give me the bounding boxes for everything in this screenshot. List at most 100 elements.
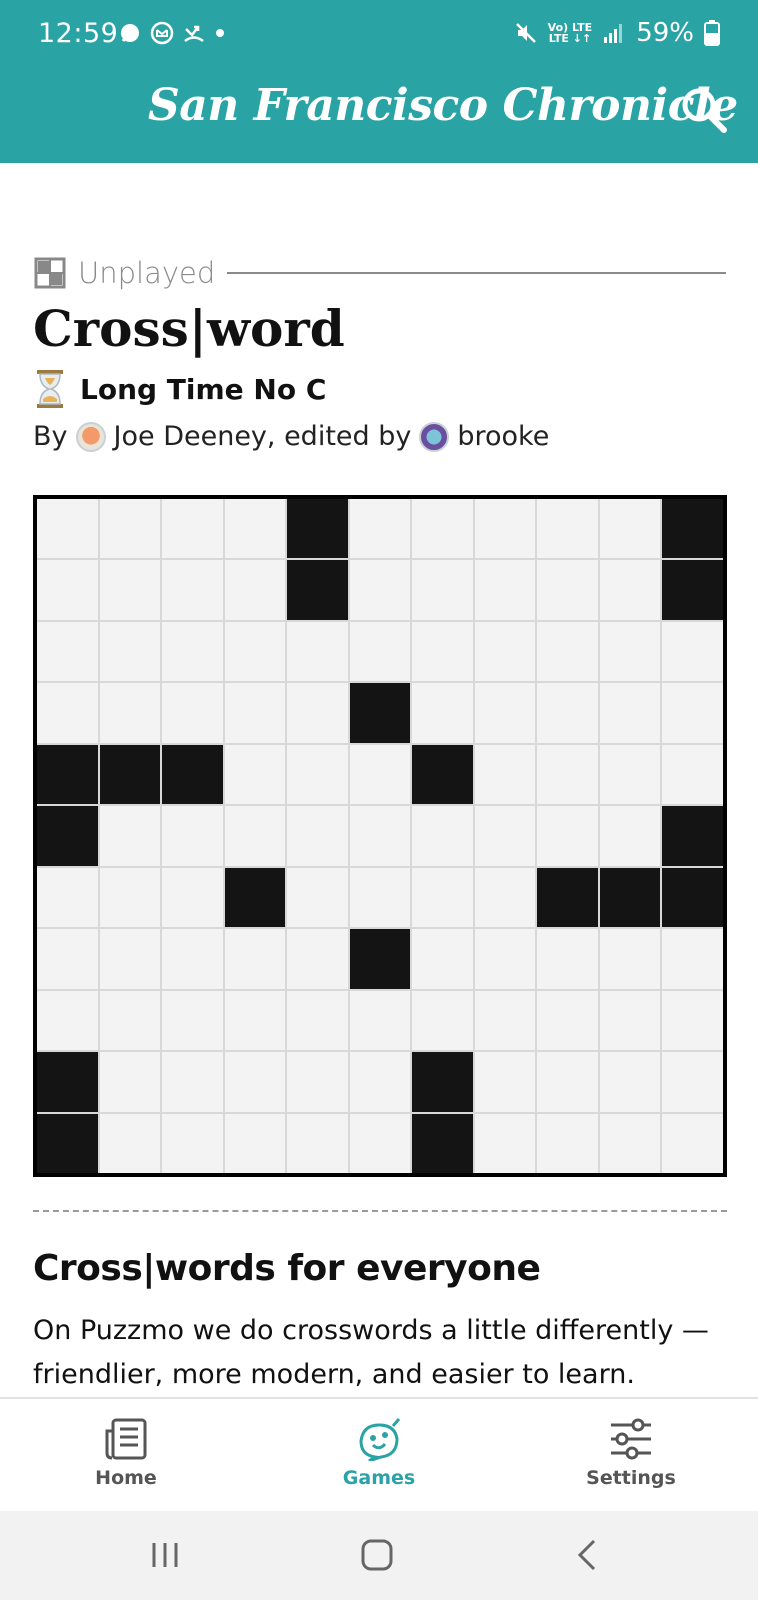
grid-cell[interactable] bbox=[162, 867, 223, 928]
grid-cell[interactable] bbox=[537, 621, 598, 682]
tab-home[interactable]: Home bbox=[36, 1417, 216, 1489]
grid-cell[interactable] bbox=[474, 621, 536, 682]
grid-cell[interactable] bbox=[474, 806, 536, 866]
back-icon[interactable] bbox=[564, 1535, 614, 1575]
grid-cell[interactable] bbox=[37, 683, 98, 743]
grid-cell[interactable] bbox=[224, 990, 286, 1051]
grid-cell[interactable] bbox=[662, 683, 723, 743]
grid-cell[interactable] bbox=[224, 1052, 286, 1112]
home-nav-icon[interactable] bbox=[352, 1535, 402, 1575]
grid-cell[interactable] bbox=[99, 621, 161, 682]
grid-cell[interactable] bbox=[537, 929, 598, 989]
grid-cell[interactable] bbox=[349, 990, 411, 1051]
grid-cell[interactable] bbox=[349, 560, 411, 620]
tab-games[interactable]: Games bbox=[289, 1417, 469, 1489]
search-icon[interactable] bbox=[678, 84, 730, 136]
grid-cell[interactable] bbox=[412, 806, 473, 866]
grid-cell[interactable] bbox=[99, 1052, 161, 1112]
grid-cell[interactable] bbox=[224, 560, 286, 620]
editor-avatar[interactable] bbox=[419, 421, 450, 452]
grid-cell[interactable] bbox=[662, 990, 723, 1051]
crossword-preview[interactable] bbox=[33, 495, 727, 1177]
grid-cell[interactable] bbox=[537, 1113, 598, 1173]
grid-cell[interactable] bbox=[349, 1113, 411, 1173]
grid-cell[interactable] bbox=[349, 806, 411, 866]
grid-cell[interactable] bbox=[99, 867, 161, 928]
grid-cell[interactable] bbox=[662, 929, 723, 989]
grid-cell[interactable] bbox=[349, 499, 411, 559]
grid-cell[interactable] bbox=[537, 560, 598, 620]
grid-cell[interactable] bbox=[474, 683, 536, 743]
grid-cell[interactable] bbox=[162, 806, 223, 866]
grid-cell[interactable] bbox=[412, 867, 473, 928]
grid-cell[interactable] bbox=[224, 929, 286, 989]
grid-cell[interactable] bbox=[37, 990, 98, 1051]
grid-cell[interactable] bbox=[162, 499, 223, 559]
grid-cell[interactable] bbox=[287, 990, 348, 1051]
grid-cell[interactable] bbox=[474, 499, 536, 559]
grid-cell[interactable] bbox=[162, 990, 223, 1051]
grid-cell[interactable] bbox=[37, 929, 98, 989]
grid-cell[interactable] bbox=[287, 929, 348, 989]
grid-cell[interactable] bbox=[474, 1113, 536, 1173]
grid-cell[interactable] bbox=[412, 990, 473, 1051]
grid-cell[interactable] bbox=[599, 621, 661, 682]
grid-cell[interactable] bbox=[412, 929, 473, 989]
grid-cell[interactable] bbox=[287, 744, 348, 805]
recent-apps-icon[interactable] bbox=[140, 1535, 190, 1575]
grid-cell[interactable] bbox=[412, 621, 473, 682]
grid-cell[interactable] bbox=[224, 744, 286, 805]
grid-cell[interactable] bbox=[349, 1052, 411, 1112]
grid-cell[interactable] bbox=[37, 621, 98, 682]
author-avatar[interactable] bbox=[75, 421, 106, 452]
grid-cell[interactable] bbox=[412, 499, 473, 559]
grid-cell[interactable] bbox=[599, 744, 661, 805]
grid-cell[interactable] bbox=[599, 806, 661, 866]
grid-cell[interactable] bbox=[537, 806, 598, 866]
grid-cell[interactable] bbox=[599, 499, 661, 559]
grid-cell[interactable] bbox=[99, 560, 161, 620]
grid-cell[interactable] bbox=[599, 1113, 661, 1173]
grid-cell[interactable] bbox=[537, 744, 598, 805]
grid-cell[interactable] bbox=[349, 744, 411, 805]
grid-cell[interactable] bbox=[99, 990, 161, 1051]
grid-cell[interactable] bbox=[162, 929, 223, 989]
grid-cell[interactable] bbox=[474, 1052, 536, 1112]
grid-cell[interactable] bbox=[662, 1052, 723, 1112]
grid-cell[interactable] bbox=[599, 1052, 661, 1112]
grid-cell[interactable] bbox=[99, 929, 161, 989]
grid-cell[interactable] bbox=[162, 560, 223, 620]
grid-cell[interactable] bbox=[224, 1113, 286, 1173]
grid-cell[interactable] bbox=[162, 683, 223, 743]
grid-cell[interactable] bbox=[99, 499, 161, 559]
grid-cell[interactable] bbox=[599, 683, 661, 743]
grid-cell[interactable] bbox=[287, 683, 348, 743]
grid-cell[interactable] bbox=[162, 1052, 223, 1112]
grid-cell[interactable] bbox=[349, 867, 411, 928]
grid-cell[interactable] bbox=[37, 560, 98, 620]
grid-cell[interactable] bbox=[349, 621, 411, 682]
author-name[interactable]: Joe Deeney, edited by bbox=[114, 421, 412, 452]
grid-cell[interactable] bbox=[537, 990, 598, 1051]
grid-cell[interactable] bbox=[99, 683, 161, 743]
grid-cell[interactable] bbox=[99, 1113, 161, 1173]
grid-cell[interactable] bbox=[537, 683, 598, 743]
grid-cell[interactable] bbox=[287, 1113, 348, 1173]
grid-cell[interactable] bbox=[474, 990, 536, 1051]
grid-cell[interactable] bbox=[287, 1052, 348, 1112]
grid-cell[interactable] bbox=[599, 929, 661, 989]
grid-cell[interactable] bbox=[474, 867, 536, 928]
editor-name[interactable]: brooke bbox=[457, 421, 549, 452]
grid-cell[interactable] bbox=[162, 1113, 223, 1173]
grid-cell[interactable] bbox=[474, 560, 536, 620]
crossword-grid[interactable] bbox=[37, 499, 723, 1173]
grid-cell[interactable] bbox=[662, 1113, 723, 1173]
grid-cell[interactable] bbox=[599, 990, 661, 1051]
grid-cell[interactable] bbox=[287, 867, 348, 928]
grid-cell[interactable] bbox=[224, 806, 286, 866]
grid-cell[interactable] bbox=[662, 621, 723, 682]
grid-cell[interactable] bbox=[474, 744, 536, 805]
grid-cell[interactable] bbox=[537, 499, 598, 559]
grid-cell[interactable] bbox=[537, 1052, 598, 1112]
grid-cell[interactable] bbox=[224, 499, 286, 559]
